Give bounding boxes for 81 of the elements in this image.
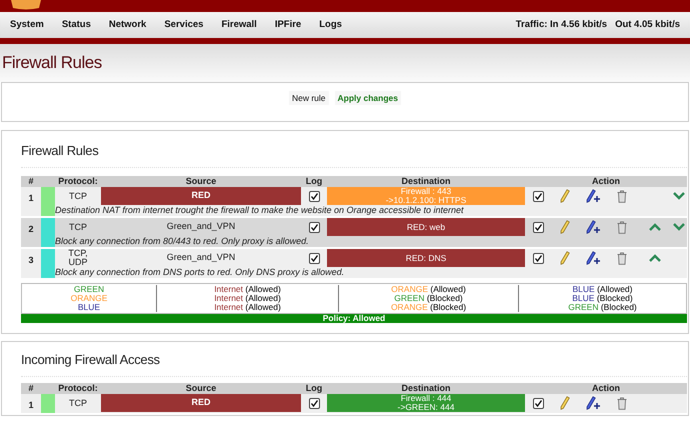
trash-icon[interactable] <box>617 252 627 264</box>
traffic-in-reading: Traffic: In 4.56 kbit/s <box>516 18 608 32</box>
pencil-icon[interactable] <box>560 251 570 265</box>
apply-changes-button[interactable]: Apply changes <box>334 90 401 106</box>
new-rule-button[interactable]: New rule <box>288 90 329 106</box>
traffic-out-reading: Out 4.05 kbit/s <box>615 18 680 32</box>
checkbox[interactable] <box>533 252 544 264</box>
pencil-plus-icon[interactable] <box>586 220 601 234</box>
row-number: 3 <box>27 254 34 267</box>
legend-entry: GREEN <box>74 285 104 294</box>
destination-text: Firewall : 443 <box>400 187 452 196</box>
destination-text: RED: DNS <box>406 254 446 262</box>
column-header: Destination <box>400 176 452 187</box>
protocol-cell-text: TCP, UDP <box>67 249 89 267</box>
trash-icon[interactable] <box>617 220 627 234</box>
protocol-cell-text: TCP <box>68 190 88 202</box>
legend-entry: Internet (Allowed) <box>214 285 281 294</box>
legend-entry: BLUE <box>78 303 100 312</box>
row-number: 2 <box>27 223 34 236</box>
destination-text: Firewall : 444 <box>400 394 452 403</box>
chevron-up-icon[interactable] <box>649 254 661 262</box>
source-cell-text: Green_and_VPN <box>166 251 236 264</box>
legend-entry: ORANGE (Allowed) <box>391 285 466 294</box>
nav-item[interactable]: IPFire <box>274 18 302 32</box>
legend-entry: GREEN (Blocked) <box>568 303 637 312</box>
column-header: # <box>27 176 34 187</box>
column-header: Action <box>591 176 621 187</box>
row-number: 1 <box>27 399 34 412</box>
nav-item[interactable]: Status <box>62 18 91 32</box>
pencil-icon[interactable] <box>560 396 570 410</box>
pencil-plus-icon[interactable] <box>586 251 601 265</box>
source-cell-text: Green_and_VPN <box>166 220 236 234</box>
nav-item[interactable]: Network <box>108 18 146 32</box>
checkbox[interactable] <box>533 222 544 232</box>
column-header: Protocol: <box>57 176 99 187</box>
destination-text: ->GREEN: 444 <box>398 403 454 412</box>
column-header: Log <box>304 383 324 394</box>
destination-text: ->10.1.2.100: HTTPS <box>386 196 466 205</box>
nav-item[interactable]: Logs <box>319 18 342 32</box>
trash-icon[interactable] <box>617 396 627 410</box>
column-header: Source <box>184 383 218 394</box>
trash-icon[interactable] <box>617 190 627 202</box>
chevron-down-icon[interactable] <box>673 223 685 231</box>
legend-entry: BLUE (Blocked) <box>572 294 633 303</box>
pencil-plus-icon[interactable] <box>586 396 601 410</box>
logo-icon <box>10 0 42 10</box>
page-title: Firewall Rules <box>1 52 102 74</box>
nav-item[interactable]: Services <box>164 18 204 32</box>
section-title: Firewall Rules <box>21 143 98 158</box>
column-header: Destination <box>400 383 452 394</box>
legend-entry: GREEN (Blocked) <box>394 294 463 303</box>
rule-remark: Block any connection from 80/443 to red. Only proxy is allowed. <box>55 236 310 247</box>
legend-entry: Internet (Allowed) <box>214 294 281 303</box>
column-header: Protocol: <box>57 383 99 394</box>
checkbox[interactable] <box>533 190 544 202</box>
pencil-icon[interactable] <box>560 189 570 203</box>
column-header: Log <box>304 176 324 187</box>
column-header: Source <box>184 176 218 187</box>
column-header: Action <box>591 383 621 394</box>
legend-entry: Internet (Allowed) <box>214 303 281 312</box>
column-header: # <box>27 383 34 394</box>
source-cell: RED <box>101 394 301 412</box>
legend-entry: ORANGE (Blocked) <box>390 303 466 312</box>
policy-bar: Policy: Allowed <box>21 314 687 323</box>
protocol-cell-text: TCP <box>68 220 88 234</box>
rule-remark: Destination NAT from internet trought the firewall to make the website on Orange accessible to internet <box>55 205 465 216</box>
destination-text: RED: web <box>406 222 446 232</box>
legend-entry: BLUE (Allowed) <box>572 285 632 294</box>
row-number: 1 <box>27 192 34 205</box>
chevron-up-icon[interactable] <box>649 223 661 231</box>
nav-item[interactable]: System <box>10 18 44 32</box>
pencil-plus-icon[interactable] <box>586 189 601 203</box>
nav-item[interactable]: Firewall <box>221 18 257 32</box>
rule-remark: Block any connection from DNS ports to red. Only DNS proxy is allowed. <box>55 267 346 278</box>
legend-entry: ORANGE <box>70 294 108 303</box>
checkbox[interactable] <box>533 398 544 408</box>
chevron-down-icon[interactable] <box>673 192 685 200</box>
section-title: Incoming Firewall Access <box>21 352 160 367</box>
source-cell: RED <box>101 187 301 205</box>
protocol-cell-text: TCP <box>68 396 88 410</box>
pencil-icon[interactable] <box>560 220 570 234</box>
